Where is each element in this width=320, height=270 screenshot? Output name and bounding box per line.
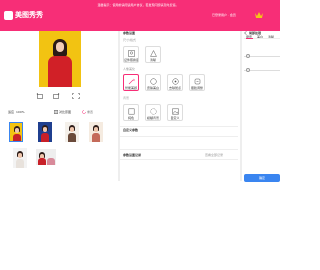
slider-knob[interactable] xyxy=(246,68,250,72)
option-label: 清晰 xyxy=(149,58,156,62)
face-slim-icon xyxy=(194,78,201,85)
panel-divider xyxy=(240,31,242,181)
logo-icon xyxy=(4,11,13,20)
thumbnail[interactable] xyxy=(65,122,79,142)
params-title: 参数设置 xyxy=(123,31,136,35)
divider xyxy=(120,126,238,127)
history-label: 参数设置记录 xyxy=(123,153,142,157)
thumbnail-body xyxy=(38,158,46,165)
zoom-value[interactable]: 100% xyxy=(16,110,25,114)
option-label: 证件照换底 xyxy=(124,58,138,62)
view-all-history-link[interactable]: 查看全部记录 xyxy=(205,153,223,157)
custom-params-label[interactable]: 自定义参数 xyxy=(123,128,138,132)
account-status[interactable]: 已登录用户 · 会员 xyxy=(212,13,236,18)
thumbnail[interactable] xyxy=(13,148,27,168)
option-label: 智能美颜 xyxy=(124,86,137,90)
option-card[interactable]: 纯色 xyxy=(123,104,139,121)
option-label: 模糊背景 xyxy=(146,116,159,120)
option-card[interactable]: 瘦脸调整 xyxy=(189,74,205,91)
photo-subject-face xyxy=(56,42,64,52)
thumbnail-body xyxy=(47,158,55,165)
id-photo-icon xyxy=(128,50,135,57)
group-label: 尺寸/格式 xyxy=(123,38,137,42)
fullscreen-icon[interactable] xyxy=(72,93,80,99)
thumbnail[interactable] xyxy=(38,122,52,142)
notice-text[interactable]: 温馨提示：使用前请阅读用户协议，若发现问题请及时反馈。 xyxy=(86,3,190,8)
option-label: 自定义 xyxy=(170,116,180,120)
group-label: 背景 xyxy=(123,96,130,100)
photo-subject-body xyxy=(48,56,72,87)
option-label: 纯色 xyxy=(127,116,134,120)
thumbnail-body xyxy=(68,133,76,142)
option-card[interactable]: 证件照换底 xyxy=(123,46,139,63)
image-icon xyxy=(172,108,179,115)
reset-icon[interactable] xyxy=(82,110,86,114)
thumbnail-face xyxy=(18,153,22,158)
compare-icon[interactable] xyxy=(54,110,58,114)
photo-preview[interactable] xyxy=(39,31,81,87)
thumbnail-face xyxy=(94,127,98,132)
option-label: 皮肤美白 xyxy=(146,86,159,90)
option-label: 去除斑点 xyxy=(168,86,181,90)
thumbnail[interactable] xyxy=(9,122,23,142)
option-card[interactable]: 模糊背景 xyxy=(145,104,161,121)
thumbnail[interactable] xyxy=(89,122,103,142)
thumbnail[interactable] xyxy=(36,149,56,165)
sharpen-icon xyxy=(150,50,157,57)
thumbnail-face xyxy=(70,127,74,132)
thumbnail-body xyxy=(16,159,24,168)
option-card[interactable]: 清晰 xyxy=(145,46,161,63)
thumbnail-body xyxy=(92,133,100,142)
group-label: 人像美化 xyxy=(123,67,136,71)
divider xyxy=(120,159,238,160)
app-name: 美图秀秀 xyxy=(15,11,43,19)
thumbnail-body xyxy=(13,134,21,141)
thumbnail-body xyxy=(41,133,49,142)
option-card[interactable]: 自定义 xyxy=(167,104,183,121)
spot-removal-icon xyxy=(172,78,179,85)
custom-params-input[interactable] xyxy=(120,136,238,150)
fit-label[interactable]: 适应 xyxy=(8,110,14,114)
confirm-button-label: 确定 xyxy=(258,176,265,180)
option-card[interactable]: 智能美颜 xyxy=(123,74,139,91)
confirm-button[interactable]: 确定 xyxy=(244,174,280,182)
thumbnail-face xyxy=(15,128,19,133)
option-card[interactable]: 去除斑点 xyxy=(167,74,183,91)
crown-icon[interactable] xyxy=(255,12,263,18)
blur-icon xyxy=(150,108,157,115)
magic-wand-icon xyxy=(128,78,135,85)
reset-label[interactable]: 重置 xyxy=(87,110,93,114)
rotate-right-icon[interactable] xyxy=(52,93,60,99)
option-label: 瘦脸调整 xyxy=(190,86,203,90)
solid-color-icon xyxy=(128,108,135,115)
skin-icon xyxy=(150,78,157,85)
option-card[interactable]: 皮肤美白 xyxy=(145,74,161,91)
slider-knob[interactable] xyxy=(246,54,250,58)
compare-label[interactable]: 对比原图 xyxy=(59,110,71,114)
active-tab-indicator xyxy=(246,38,253,39)
thumbnail-face xyxy=(43,127,47,132)
rotate-left-icon[interactable] xyxy=(36,93,44,99)
